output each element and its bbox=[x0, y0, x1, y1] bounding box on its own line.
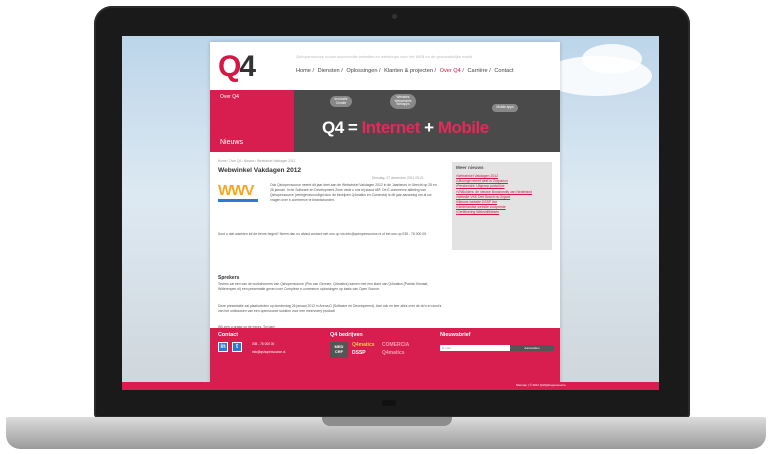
site-footer: Contact in t 035 - 76 000 00 info@qshope… bbox=[210, 328, 560, 388]
company-logo[interactable]: MED CRF bbox=[330, 342, 348, 358]
q4-logo[interactable]: Q4 bbox=[218, 50, 256, 84]
company-q4matics-2[interactable]: Q4matics bbox=[382, 350, 405, 356]
companies-title: Q4 bedrijven bbox=[330, 332, 363, 338]
speech-bubble: Mobile apps bbox=[492, 104, 518, 112]
company-comercia[interactable]: COMERCIA bbox=[382, 342, 409, 348]
copyright-text: Sitemap | © 2011 Q4/Qshopexsource bbox=[516, 383, 566, 387]
laptop-hinge bbox=[382, 400, 396, 406]
speakers-heading: Sprekers bbox=[218, 275, 240, 281]
more-news-list: Webwinkel Vakdagen 2012 Uitzonge neemt d… bbox=[456, 174, 550, 216]
subscribe-button[interactable]: Aanmelden bbox=[510, 345, 554, 351]
nav-carriere[interactable]: Carrière / bbox=[467, 68, 490, 74]
article-paragraph: Ook Qshopexsource neemt dit jaar deel aa… bbox=[270, 183, 437, 202]
linkedin-icon[interactable]: in bbox=[218, 342, 228, 352]
camera-dot bbox=[392, 14, 397, 19]
banner-news-label: Nieuws bbox=[220, 139, 243, 146]
newsletter-title: Nieuwsbrief bbox=[440, 332, 471, 338]
newsletter-email-input[interactable]: E-mail bbox=[440, 345, 510, 351]
speech-bubble: Innovatie Creatie bbox=[330, 96, 352, 108]
main-nav: Home / Diensten / Oplossingen / Klanten … bbox=[296, 68, 516, 74]
article-paragraph: Kunt u niet wachten tot de beurs begint?… bbox=[218, 232, 428, 236]
laptop-photo: Q4 Qshopexsource bouwt succesvolle websi… bbox=[0, 0, 770, 454]
more-news-title: Meer nieuws bbox=[456, 165, 484, 170]
article-paragraph: Deze presentatie zal plaatsvinden op don… bbox=[218, 304, 442, 313]
cloud bbox=[582, 44, 642, 74]
company-dssp[interactable]: DSSP bbox=[352, 350, 366, 356]
banner-headline: Q4 = Internet + Mobile bbox=[322, 118, 489, 137]
nav-contact[interactable]: Contact bbox=[494, 68, 513, 74]
website-page: Q4 Qshopexsource bouwt succesvolle websi… bbox=[210, 42, 560, 388]
breadcrumb[interactable]: Home / Over Q4 / Nieuws / Webwinkel Vakd… bbox=[218, 159, 295, 163]
article-paragraph: Tevens zal een van de workshomers van Qs… bbox=[218, 282, 429, 291]
more-news-panel: Meer nieuws Webwinkel Vakdagen 2012 Uitz… bbox=[452, 162, 552, 250]
laptop-screen: Q4 Qshopexsource bouwt succesvolle websi… bbox=[122, 36, 659, 390]
wwv-logo: WWV bbox=[218, 182, 266, 204]
nav-klanten[interactable]: Klanten & projecten / bbox=[384, 68, 436, 74]
contact-email[interactable]: info@qshopexsource.nl bbox=[252, 350, 285, 354]
banner-section-panel: Over Q4 Nieuws bbox=[210, 90, 294, 152]
site-tagline: Qshopexsource bouwt succesvolle websites… bbox=[296, 54, 473, 59]
article-date: Dinsdag, 27 december 2011 09:21 bbox=[372, 176, 424, 180]
nav-oplossingen[interactable]: Oplossingen / bbox=[346, 68, 380, 74]
banner-about-label: Over Q4 bbox=[220, 94, 239, 100]
footer-bottom-bar: Sitemap | © 2011 Q4/Qshopexsource bbox=[122, 382, 659, 390]
company-q4matics[interactable]: Q4matics bbox=[352, 342, 375, 348]
nav-diensten[interactable]: Diensten / bbox=[318, 68, 343, 74]
hero-banner: Over Q4 Nieuws Innovatie Creatie Website… bbox=[210, 90, 560, 152]
twitter-icon[interactable]: t bbox=[232, 342, 242, 352]
speech-bubble: Websites Webwinkels Webapps bbox=[390, 94, 416, 109]
article-title: Webwinkel Vakdagen 2012 bbox=[218, 167, 302, 174]
news-link[interactable]: Certificering Webshilifdbsen bbox=[456, 210, 550, 215]
nav-over-q4[interactable]: Over Q4 / bbox=[440, 68, 464, 74]
contact-title: Contact bbox=[218, 332, 239, 338]
laptop-notch bbox=[322, 417, 452, 426]
contact-phone: 035 - 76 000 00 bbox=[252, 342, 275, 346]
nav-home[interactable]: Home / bbox=[296, 68, 314, 74]
